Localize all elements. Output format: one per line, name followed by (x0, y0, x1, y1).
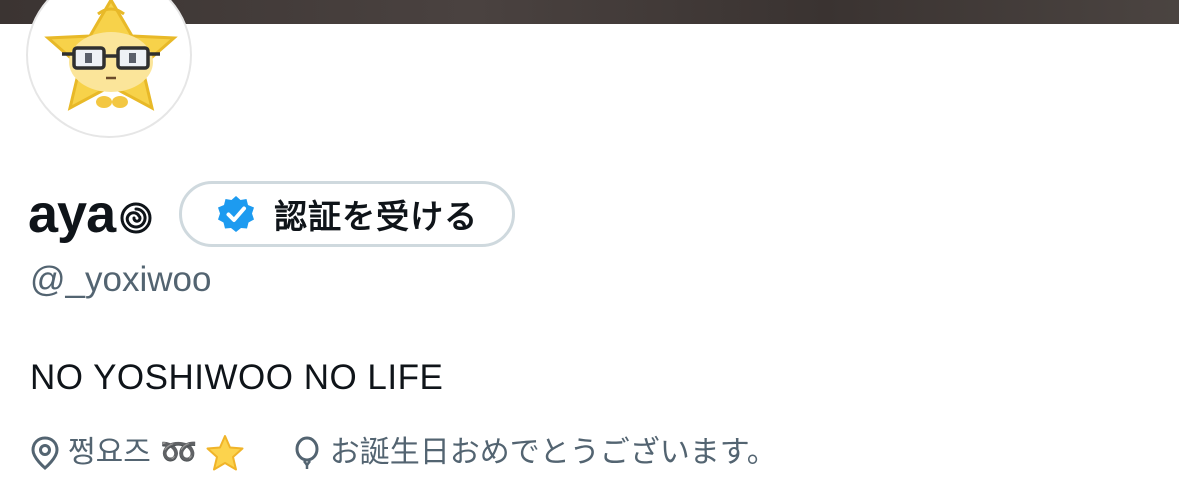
location-pin-icon (30, 436, 60, 470)
profile-handle: @_yoxiwoo (30, 260, 212, 299)
balloon-icon (292, 436, 322, 470)
get-verified-button[interactable]: 認証を受ける (179, 181, 516, 247)
display-name: aya (28, 184, 116, 244)
star-emoji-icon (206, 434, 244, 472)
verified-badge-icon (216, 194, 256, 234)
profile-location: 쩡요즈 ➿ (30, 433, 244, 473)
birthday-text: お誕生日おめでとうございます。 (329, 435, 777, 470)
cyclone-spiral-icon (119, 201, 153, 235)
profile-meta-row: 쩡요즈 ➿ お誕生日おめでとうございます。 (30, 428, 777, 478)
star-character-avatar-icon (44, 0, 178, 111)
profile-avatar[interactable] (26, 0, 192, 138)
profile-bio: NO YOSHIWOO NO LIFE (30, 358, 444, 397)
get-verified-label: 認証を受ける (274, 197, 479, 236)
profile-name-row: aya 認証を受ける (28, 176, 516, 252)
profile-birthday: お誕生日おめでとうございます。 (292, 433, 777, 473)
location-text: 쩡요즈 ➿ (68, 435, 198, 470)
